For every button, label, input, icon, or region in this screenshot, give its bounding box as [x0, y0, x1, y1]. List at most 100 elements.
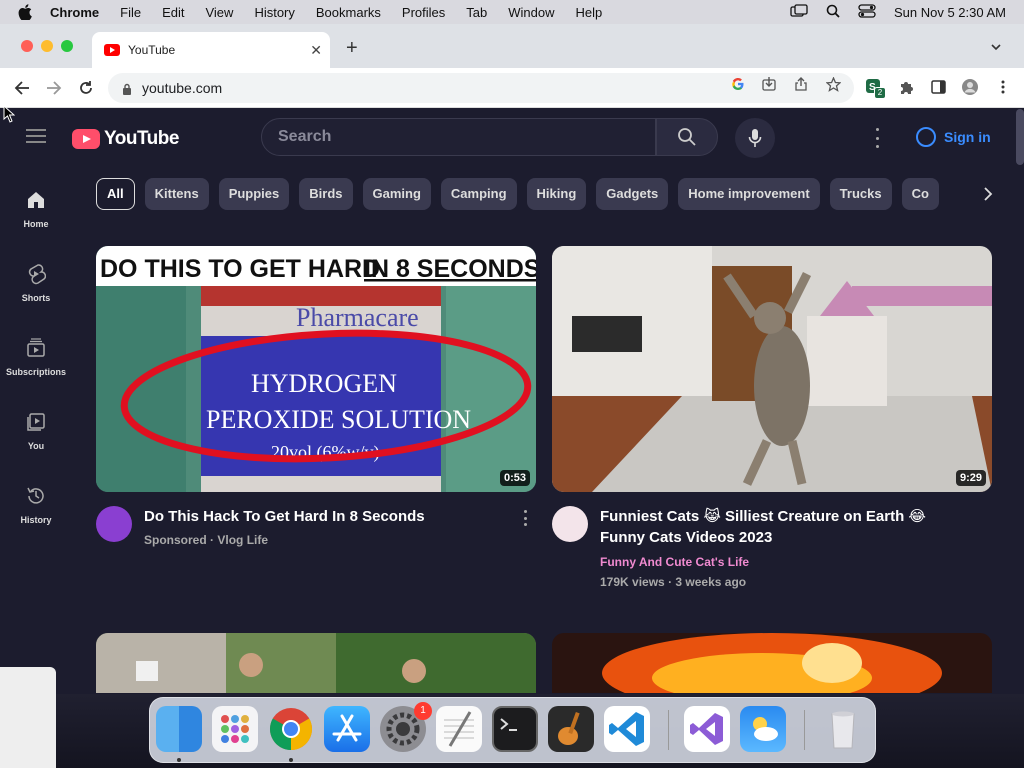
nav-item-shorts[interactable]: Shorts [0, 259, 72, 319]
garageband-icon[interactable] [548, 706, 594, 752]
menu-edit[interactable]: Edit [162, 5, 184, 20]
chip-all[interactable]: All [96, 178, 135, 210]
textedit-icon[interactable] [436, 706, 482, 752]
menu-app-name[interactable]: Chrome [50, 5, 99, 20]
settings-more-icon[interactable] [870, 128, 884, 148]
chrome-menu-icon[interactable] [994, 78, 1012, 96]
nav-item-subscriptions[interactable]: Subscriptions [0, 333, 72, 393]
finder-icon[interactable] [156, 706, 202, 752]
notification-badge: 1 [414, 702, 432, 720]
screen-mirroring-icon[interactable] [790, 3, 808, 21]
menu-file[interactable]: File [120, 5, 141, 20]
new-tab-button[interactable]: + [346, 38, 358, 58]
nav-item-history[interactable]: History [0, 481, 72, 541]
visual-studio-icon[interactable] [684, 706, 730, 752]
chip-gadgets[interactable]: Gadgets [596, 178, 669, 210]
video-card[interactable]: 9:29 Funniest Cats 😹 Silliest Creature o… [552, 246, 992, 589]
chip-puppies[interactable]: Puppies [218, 178, 290, 210]
dock-separator [804, 710, 805, 750]
reload-button[interactable] [76, 78, 96, 98]
history-icon [25, 485, 47, 507]
spotlight-search-icon[interactable] [826, 4, 840, 21]
video-title[interactable]: Funniest Cats 😹 Silliest Creature on Ear… [600, 506, 970, 548]
bookmark-star-icon[interactable] [825, 76, 841, 92]
extensions-puzzle-icon[interactable] [897, 78, 915, 96]
tab-search-chevron-icon[interactable] [990, 40, 1002, 52]
forward-button[interactable] [44, 78, 64, 98]
extension-badge: 2 [874, 87, 886, 99]
profile-avatar-icon[interactable] [961, 78, 979, 96]
weather-icon[interactable] [740, 706, 786, 752]
menu-help[interactable]: Help [576, 5, 603, 20]
chrome-icon[interactable] [268, 706, 314, 752]
vscode-icon[interactable] [604, 706, 650, 752]
share-icon[interactable] [793, 76, 809, 92]
chip-gaming[interactable]: Gaming [362, 178, 431, 210]
video-duration: 9:29 [955, 470, 986, 486]
chip-co[interactable]: Co [901, 178, 939, 210]
terminal-icon[interactable] [492, 706, 538, 752]
control-center-icon[interactable] [858, 3, 876, 21]
menu-view[interactable]: View [205, 5, 233, 20]
back-button[interactable] [12, 78, 32, 98]
extension-s-icon[interactable]: S 2 [865, 78, 886, 99]
finder-running-dot [177, 758, 181, 762]
google-lens-icon[interactable] [730, 76, 746, 92]
channel-avatar[interactable] [96, 506, 132, 542]
tab-close-button[interactable]: ✕ [310, 42, 322, 59]
system-settings-icon[interactable]: 1 [380, 702, 432, 752]
lock-icon[interactable] [122, 82, 132, 95]
chip-hiking[interactable]: Hiking [526, 178, 587, 210]
video-title[interactable]: Do This Hack To Get Hard In 8 Seconds [144, 506, 514, 527]
search-input[interactable]: Search [261, 118, 656, 156]
hamburger-menu-icon[interactable] [26, 129, 46, 143]
voice-search-button[interactable] [735, 118, 775, 158]
side-panel-icon[interactable] [929, 78, 947, 96]
trash-icon[interactable] [820, 706, 866, 752]
close-window-button[interactable] [21, 40, 33, 52]
video-card[interactable]: DO THIS TO GET HARD IN 8 SECONDS Pharmac… [96, 246, 536, 566]
app-store-icon[interactable] [324, 706, 370, 752]
video-more-icon[interactable] [524, 510, 528, 526]
video-thumbnail[interactable]: 9:29 [552, 246, 992, 492]
menu-tab[interactable]: Tab [466, 5, 487, 20]
youtube-logo[interactable]: YouTube [72, 128, 179, 150]
install-app-icon[interactable] [761, 76, 777, 92]
minimize-window-button[interactable] [41, 40, 53, 52]
sign-in-button[interactable]: Sign in [906, 123, 991, 151]
page-scrollbar[interactable] [1016, 109, 1024, 165]
channel-name[interactable]: Vlog Life [217, 533, 268, 547]
chip-birds[interactable]: Birds [299, 178, 353, 210]
tab-youtube[interactable]: YouTube ✕ [92, 32, 330, 68]
apple-icon[interactable] [18, 4, 34, 20]
chip-trucks[interactable]: Trucks [829, 178, 892, 210]
launchpad-icon[interactable] [212, 706, 258, 752]
video-thumbnail[interactable] [96, 633, 536, 693]
nav-item-home[interactable]: Home [0, 185, 72, 245]
menu-profiles[interactable]: Profiles [402, 5, 445, 20]
chip-camping[interactable]: Camping [440, 178, 517, 210]
menu-bookmarks[interactable]: Bookmarks [316, 5, 381, 20]
video-meta: Sponsored · Vlog Life [144, 533, 268, 547]
zoom-window-button[interactable] [61, 40, 73, 52]
video-thumbnail[interactable] [552, 633, 992, 693]
shorts-icon [25, 263, 47, 285]
url-text[interactable]: youtube.com [142, 80, 222, 96]
video-thumbnail[interactable]: DO THIS TO GET HARD IN 8 SECONDS Pharmac… [96, 246, 536, 492]
channel-avatar[interactable] [552, 506, 588, 542]
dock-separator [668, 710, 669, 750]
chip-home-improvement[interactable]: Home improvement [678, 178, 820, 210]
menu-history[interactable]: History [254, 5, 294, 20]
nav-item-label: Shorts [21, 293, 51, 303]
search-button[interactable] [656, 118, 718, 156]
menubar-clock[interactable]: Sun Nov 5 2:30 AM [894, 5, 1006, 20]
menu-window[interactable]: Window [508, 5, 554, 20]
youtube-play-icon [72, 129, 100, 149]
chip-kittens[interactable]: Kittens [144, 178, 209, 210]
chips-next-chevron-icon[interactable] [976, 182, 1000, 206]
channel-name[interactable]: Funny And Cute Cat's Life [600, 555, 749, 569]
thumb-bottle-line2: PEROXIDE SOLUTION [206, 405, 471, 434]
thumb-bottle-brand: Pharmacare [296, 303, 419, 332]
nav-item-you[interactable]: You [0, 407, 72, 467]
meta-separator: · [210, 533, 215, 547]
